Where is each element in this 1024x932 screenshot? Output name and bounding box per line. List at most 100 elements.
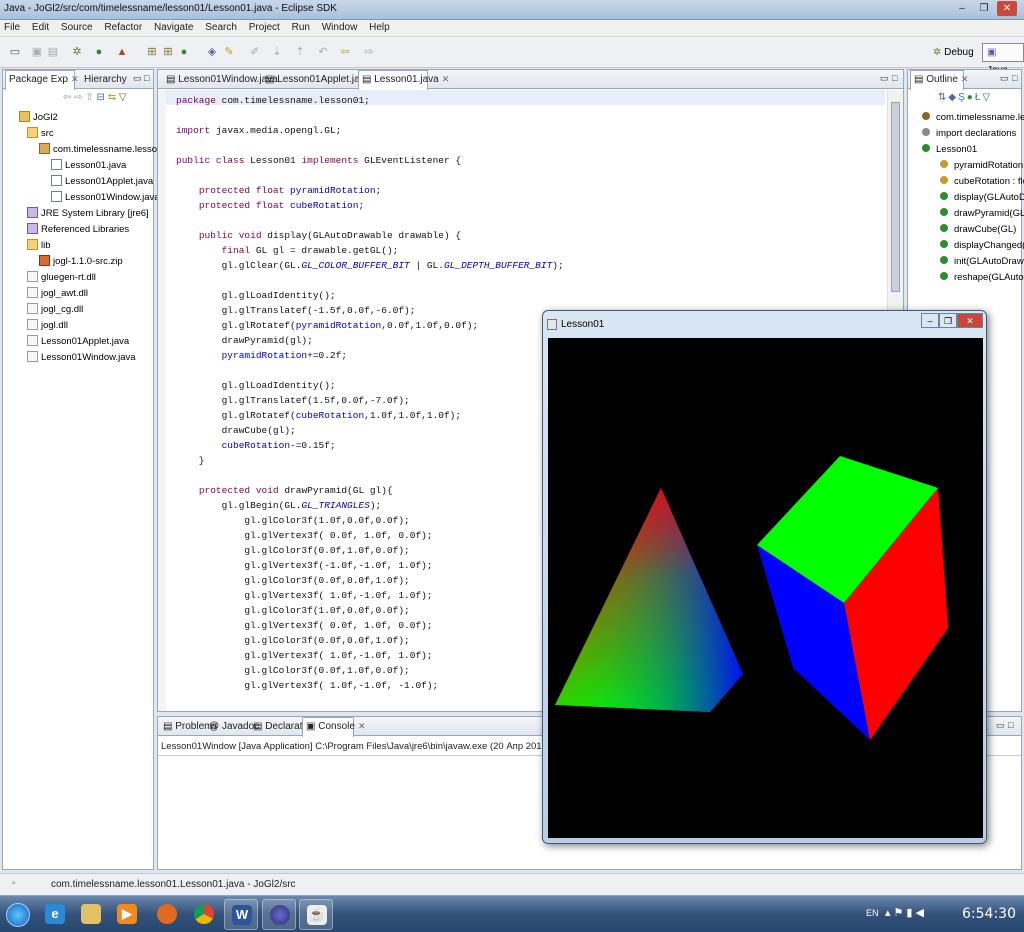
- tree-item[interactable]: lib: [27, 238, 51, 254]
- external-tools-icon[interactable]: ▲: [115, 45, 129, 59]
- menu-project[interactable]: Project: [245, 20, 285, 33]
- maximize-view-icon[interactable]: □: [144, 73, 149, 83]
- taskbar-internet-explorer[interactable]: e: [38, 899, 72, 930]
- minimize-button[interactable]: ‒: [952, 1, 972, 16]
- tree-item[interactable]: Lesson01Applet.java: [27, 334, 129, 350]
- close-icon[interactable]: ✕: [358, 721, 366, 731]
- close-button[interactable]: ✕: [997, 1, 1017, 16]
- tree-item[interactable]: jogl_cg.dll: [27, 302, 83, 318]
- outline-item[interactable]: drawCube(GL): [940, 222, 1016, 238]
- minimize-view-icon[interactable]: ▭: [996, 720, 1005, 731]
- tree-item[interactable]: jogl-1.1.0-src.zip: [39, 254, 123, 270]
- scrollbar-thumb[interactable]: [891, 102, 900, 292]
- tree-item[interactable]: JoGl2: [19, 110, 58, 126]
- tree-item[interactable]: jogl_awt.dll: [27, 286, 88, 302]
- tree-item[interactable]: Lesson01.java: [51, 158, 126, 174]
- new-icon[interactable]: ▭: [8, 45, 22, 59]
- view-menu-icon[interactable]: ▽: [982, 92, 992, 103]
- maximize-button[interactable]: ❐: [974, 1, 994, 16]
- menu-help[interactable]: Help: [365, 20, 395, 33]
- maximize-view-icon[interactable]: □: [1012, 73, 1017, 83]
- gl-close-button[interactable]: ✕: [957, 313, 983, 328]
- print-icon[interactable]: ▤: [46, 45, 60, 59]
- tab-lesson01[interactable]: ▤ Lesson01.java ✕: [358, 70, 449, 90]
- debug-icon[interactable]: ✲: [70, 45, 84, 59]
- forward-icon[interactable]: ⇨: [74, 92, 82, 103]
- menu-source[interactable]: Source: [57, 20, 98, 33]
- hide-static-icon[interactable]: Ş: [958, 92, 967, 103]
- tab-hierarchy[interactable]: Hierarchy: [81, 71, 130, 89]
- tree-item[interactable]: Referenced Libraries: [27, 222, 129, 238]
- outline-item[interactable]: Lesson01: [922, 142, 977, 158]
- gl-canvas[interactable]: [548, 338, 983, 838]
- taskbar-file-explorer[interactable]: [74, 899, 108, 930]
- tree-item[interactable]: Lesson01Applet.java: [51, 174, 153, 190]
- clock[interactable]: 6:54:30: [962, 906, 1016, 922]
- hide-nonpublic-icon[interactable]: ●: [967, 92, 975, 103]
- view-menu-icon[interactable]: ▽: [119, 92, 127, 103]
- outline-item[interactable]: drawPyramid(GL): [940, 206, 1024, 222]
- taskbar-media-player[interactable]: ▶: [110, 899, 144, 930]
- link-editor-icon[interactable]: ⇆: [108, 92, 116, 103]
- outline-item[interactable]: display(GLAutoDraw: [940, 190, 1024, 206]
- close-icon[interactable]: ✕: [442, 74, 450, 84]
- menu-file[interactable]: File: [0, 20, 25, 33]
- minimize-view-icon[interactable]: ▭: [880, 73, 889, 84]
- tab-lesson01window[interactable]: ▤ Lesson01Window.java: [163, 71, 278, 89]
- taskbar-eclipse[interactable]: [262, 899, 296, 930]
- minimize-view-icon[interactable]: ▭: [1000, 73, 1009, 84]
- minimize-view-icon[interactable]: ▭: [133, 73, 142, 84]
- outline-item[interactable]: pyramidRotation : f: [940, 158, 1024, 174]
- taskbar-firefox[interactable]: [150, 899, 184, 930]
- debug-perspective-button[interactable]: ✲ Debug: [928, 43, 979, 62]
- run-icon[interactable]: ●: [92, 45, 106, 59]
- back-icon[interactable]: ⇦: [63, 92, 71, 103]
- outline-item[interactable]: cubeRotation : float: [940, 174, 1024, 190]
- outline-item[interactable]: reshape(GLAutoDra: [940, 270, 1024, 286]
- tree-item[interactable]: Lesson01Window.java: [51, 190, 160, 206]
- tree-item[interactable]: src: [27, 126, 54, 142]
- save-icon[interactable]: ▣: [30, 45, 44, 59]
- maximize-view-icon[interactable]: □: [1008, 720, 1013, 730]
- tab-console[interactable]: ▣ Console ✕: [302, 717, 365, 737]
- language-indicator[interactable]: EN: [866, 908, 879, 918]
- maximize-view-icon[interactable]: □: [892, 73, 897, 83]
- tab-lesson01applet[interactable]: ▤ Lesson01Applet.java: [262, 71, 370, 89]
- taskbar-word[interactable]: W: [224, 899, 258, 930]
- tree-item[interactable]: gluegen-rt.dll: [27, 270, 96, 286]
- forward-icon[interactable]: ⇨: [362, 45, 376, 59]
- show-hidden-icon[interactable]: ▴: [885, 907, 894, 919]
- menu-navigate[interactable]: Navigate: [150, 20, 198, 33]
- menu-refactor[interactable]: Refactor: [100, 20, 147, 33]
- close-icon[interactable]: ✕: [71, 74, 79, 84]
- new-package-icon[interactable]: ⊞: [161, 45, 175, 59]
- taskbar-java[interactable]: ☕: [299, 899, 333, 930]
- tree-item[interactable]: JRE System Library [jre6]: [27, 206, 149, 222]
- java-perspective-button[interactable]: ▣ Java: [982, 43, 1024, 76]
- sort-icon[interactable]: ⇅: [938, 92, 948, 103]
- close-icon[interactable]: ✕: [961, 74, 969, 84]
- open-type-icon[interactable]: ◈: [205, 45, 219, 59]
- previous-annotation-icon[interactable]: ⇡: [293, 45, 307, 59]
- outline-item[interactable]: displayChanged(GL: [940, 238, 1024, 254]
- tree-item[interactable]: Lesson01Window.java: [27, 350, 136, 366]
- menu-run[interactable]: Run: [288, 20, 315, 33]
- new-class-icon[interactable]: ●: [177, 45, 191, 59]
- menu-search[interactable]: Search: [201, 20, 242, 33]
- next-annotation-icon[interactable]: ⇣: [270, 45, 284, 59]
- taskbar-chrome[interactable]: [187, 899, 221, 930]
- new-java-project-icon[interactable]: ⊞: [145, 45, 159, 59]
- menu-window[interactable]: Window: [318, 20, 363, 33]
- annotation-icon[interactable]: ✐: [248, 45, 262, 59]
- back-icon[interactable]: ⇦: [338, 45, 352, 59]
- outline-item[interactable]: com.timelessname.lessc: [922, 110, 1024, 126]
- menu-edit[interactable]: Edit: [28, 20, 54, 33]
- search-icon[interactable]: ✎: [222, 45, 236, 59]
- hide-fields-icon[interactable]: ◆: [948, 92, 958, 103]
- tab-package-explorer[interactable]: Package Exp ✕: [5, 70, 78, 90]
- collapse-all-icon[interactable]: ⊟: [97, 92, 105, 103]
- tab-outline[interactable]: ▤ Outline ✕: [910, 70, 968, 90]
- gl-minimize-button[interactable]: ‒: [921, 313, 939, 328]
- volume-icon[interactable]: ◀: [915, 907, 926, 919]
- outline-item[interactable]: init(GLAutoDrawab: [940, 254, 1024, 270]
